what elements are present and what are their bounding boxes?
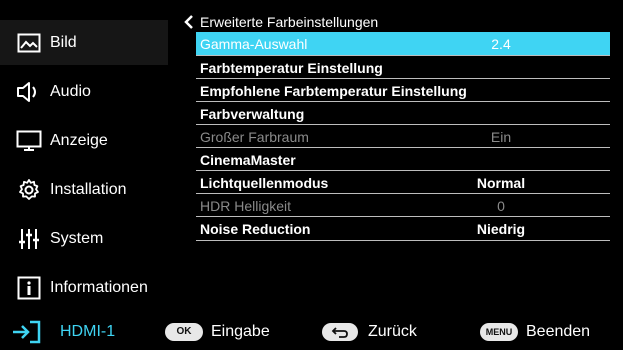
sidebar-item-label: Informationen (50, 278, 148, 296)
sidebar-item-anzeige[interactable]: Anzeige (0, 118, 168, 163)
input-source-label: HDMI-1 (60, 322, 116, 340)
setting-label: Lichtquellenmodus (200, 174, 329, 191)
setting-row-cinemamaster[interactable]: CinemaMaster (196, 148, 610, 171)
setting-row-empfohlene-farbtemperatur[interactable]: Empfohlene Farbtemperatur Einstellung (196, 79, 610, 102)
sidebar-item-label: Anzeige (50, 131, 108, 149)
menu-key-icon: MENU (480, 322, 518, 341)
back-hint-label: Zurück (368, 322, 417, 340)
setting-label: Großer Farbraum (200, 128, 309, 145)
picture-icon (16, 30, 42, 56)
sidebar-item-audio[interactable]: Audio (0, 69, 168, 114)
setting-row-gamma[interactable]: Gamma-Auswahl 2.4 (196, 32, 610, 55)
setting-row-noise-reduction[interactable]: Noise Reduction Niedrig (196, 217, 610, 240)
input-source[interactable]: HDMI-1 (12, 313, 115, 350)
setting-value: Niedrig (476, 220, 526, 237)
input-source-icon (12, 320, 42, 344)
setting-label: Farbtemperatur Einstellung (200, 59, 383, 76)
speaker-icon (16, 79, 42, 105)
sidebar-item-bild[interactable]: Bild (0, 20, 168, 65)
footer-bar: HDMI-1 OK Eingabe Zurück MENU Beenden (0, 313, 623, 350)
setting-label: CinemaMaster (200, 151, 296, 168)
return-icon (322, 322, 358, 341)
sidebar-item-informationen[interactable]: Informationen (0, 265, 168, 310)
sidebar-item-label: Installation (50, 180, 127, 198)
setting-label: HDR Helligkeit (200, 197, 292, 214)
chevron-left-icon[interactable] (182, 12, 196, 32)
sidebar-item-system[interactable]: System (0, 216, 168, 261)
setting-value: Normal (476, 174, 526, 191)
menu-hint[interactable]: MENU Beenden (480, 313, 590, 350)
divider (196, 240, 610, 241)
page-title: Erweiterte Farbeinstellungen (200, 14, 379, 30)
sidebar-item-label: Bild (50, 33, 77, 51)
sidebar-item-label: System (50, 229, 104, 247)
setting-row-lichtquellenmodus[interactable]: Lichtquellenmodus Normal (196, 171, 610, 194)
menu-hint-label: Beenden (526, 322, 591, 340)
setting-row-farbverwaltung[interactable]: Farbverwaltung (196, 102, 610, 125)
setting-label: Farbverwaltung (200, 105, 305, 122)
panel-header[interactable]: Erweiterte Farbeinstellungen (182, 12, 378, 32)
ok-key-icon: OK (165, 322, 203, 341)
ok-hint[interactable]: OK Eingabe (165, 313, 270, 350)
sidebar-item-label: Audio (50, 82, 91, 100)
setting-label: Empfohlene Farbtemperatur Einstellung (200, 82, 467, 99)
ok-hint-label: Eingabe (211, 322, 270, 340)
setting-value: 0 (497, 197, 505, 214)
sliders-icon (16, 226, 42, 252)
gear-icon (16, 177, 42, 203)
setting-row-hdr-helligkeit: HDR Helligkeit 0 (196, 194, 610, 217)
sidebar-item-installation[interactable]: Installation (0, 167, 168, 212)
setting-label: Noise Reduction (200, 220, 311, 237)
back-hint[interactable]: Zurück (322, 313, 417, 350)
info-icon (16, 275, 42, 301)
setting-label: Gamma-Auswahl (200, 35, 308, 52)
setting-value: Ein (490, 128, 512, 145)
setting-row-grosser-farbraum: Großer Farbraum Ein (196, 125, 610, 148)
setting-row-farbtemperatur[interactable]: Farbtemperatur Einstellung (196, 56, 610, 79)
setting-value: 2.4 (491, 35, 511, 52)
monitor-icon (16, 128, 42, 154)
